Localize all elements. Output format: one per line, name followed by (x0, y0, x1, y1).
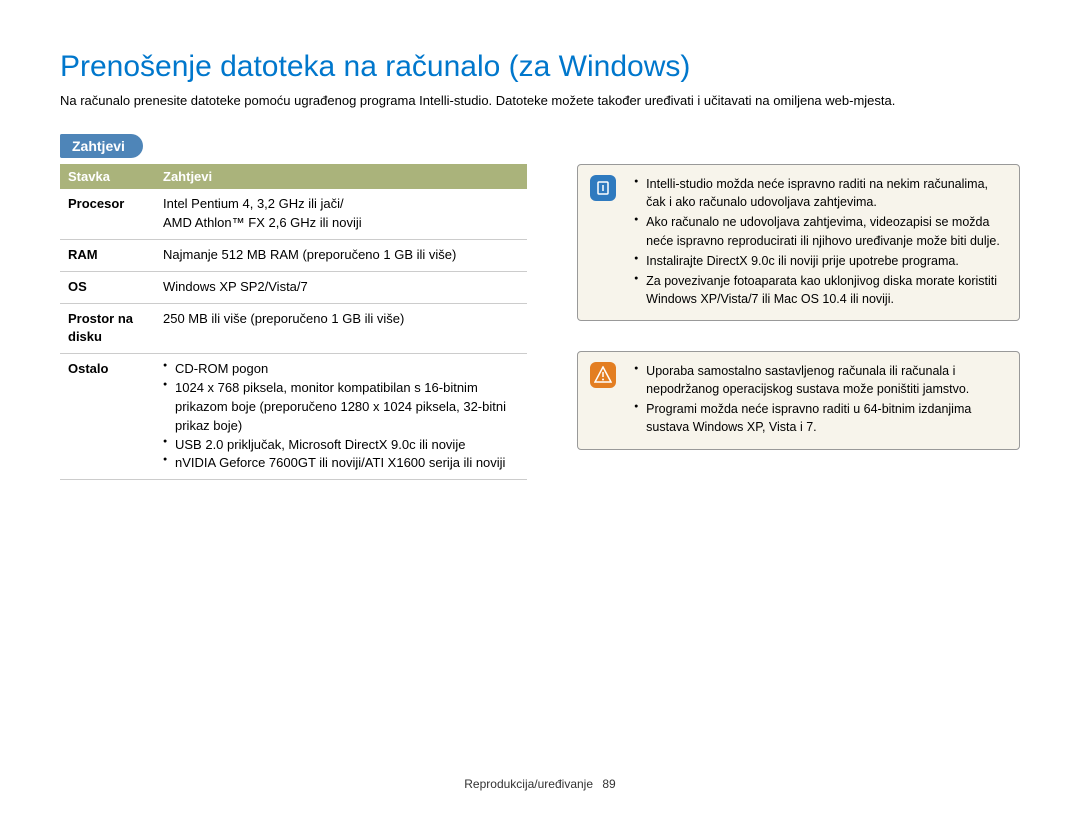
table-row: Ostalo CD-ROM pogon 1024 x 768 piksela, … (60, 354, 527, 480)
cell-disk-label: Prostor na disku (60, 303, 155, 354)
warning-icon (590, 362, 616, 388)
spec-item: CD-ROM pogon (163, 360, 519, 379)
warning-item: Uporaba samostalno sastavljenog računala… (634, 362, 1005, 398)
cell-other-label: Ostalo (60, 354, 155, 480)
info-note: Intelli-studio možda neće ispravno radit… (577, 164, 1020, 321)
table-header-item: Stavka (60, 164, 155, 189)
info-item: Instalirajte DirectX 9.0c ili noviji pri… (634, 252, 1005, 270)
spec-item: USB 2.0 priključak, Microsoft DirectX 9.… (163, 436, 519, 455)
info-item: Ako računalo ne udovoljava zahtjevima, v… (634, 213, 1005, 249)
warning-note: Uporaba samostalno sastavljenog računala… (577, 351, 1020, 450)
warning-item: Programi možda neće ispravno raditi u 64… (634, 400, 1005, 436)
info-item: Za povezivanje fotoaparata kao uklonjivo… (634, 272, 1005, 308)
page-number: 89 (602, 777, 615, 791)
table-row: RAM Najmanje 512 MB RAM (preporučeno 1 G… (60, 239, 527, 271)
spec-item: 1024 x 768 piksela, monitor kompatibilan… (163, 379, 519, 436)
page-footer: Reprodukcija/uređivanje 89 (0, 777, 1080, 791)
info-item: Intelli-studio možda neće ispravno radit… (634, 175, 1005, 211)
cell-ram-label: RAM (60, 239, 155, 271)
cell-processor-value: Intel Pentium 4, 3,2 GHz ili jači/ AMD A… (155, 189, 527, 239)
cell-os-value: Windows XP SP2/Vista/7 (155, 271, 527, 303)
requirements-table: Stavka Zahtjevi Procesor Intel Pentium 4… (60, 164, 527, 480)
section-heading-requirements: Zahtjevi (60, 134, 143, 158)
left-column: Stavka Zahtjevi Procesor Intel Pentium 4… (60, 164, 527, 480)
cell-os-label: OS (60, 271, 155, 303)
cell-other-value: CD-ROM pogon 1024 x 768 piksela, monitor… (155, 354, 527, 480)
table-row: Procesor Intel Pentium 4, 3,2 GHz ili ja… (60, 189, 527, 239)
intro-text: Na računalo prenesite datoteke pomoću ug… (60, 92, 1020, 110)
table-row: OS Windows XP SP2/Vista/7 (60, 271, 527, 303)
cell-ram-value: Najmanje 512 MB RAM (preporučeno 1 GB il… (155, 239, 527, 271)
page-title: Prenošenje datoteka na računalo (za Wind… (60, 50, 1020, 84)
info-icon (590, 175, 616, 201)
table-header-req: Zahtjevi (155, 164, 527, 189)
cell-processor-label: Procesor (60, 189, 155, 239)
spec-item: nVIDIA Geforce 7600GT ili noviji/ATI X16… (163, 454, 519, 473)
table-row: Prostor na disku 250 MB ili više (prepor… (60, 303, 527, 354)
right-column: Intelli-studio možda neće ispravno radit… (577, 164, 1020, 480)
footer-section-label: Reprodukcija/uređivanje (464, 777, 593, 791)
cell-disk-value: 250 MB ili više (preporučeno 1 GB ili vi… (155, 303, 527, 354)
